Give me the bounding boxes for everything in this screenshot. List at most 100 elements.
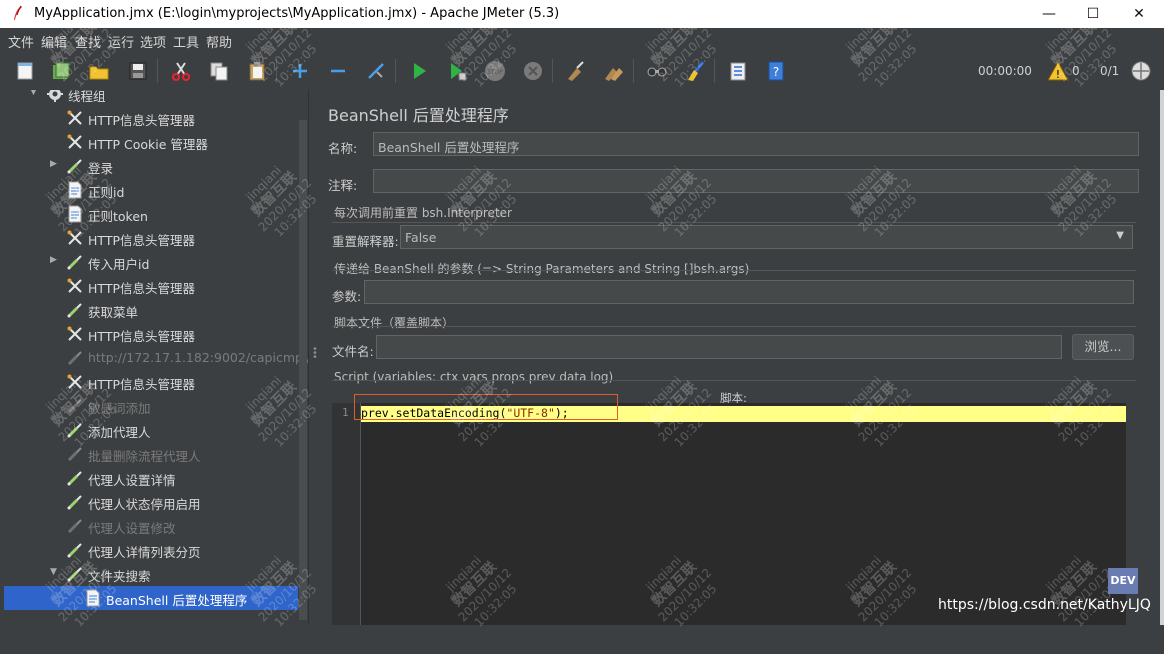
tree-item[interactable]: HTTP信息头管理器 [0,226,300,250]
csdn-url-watermark: https://blog.csdn.net/KathyLJQ [938,597,1151,613]
tree-item[interactable]: 代理人设置详情 [0,466,300,490]
menu-options[interactable]: 选项 [140,32,166,51]
paste-icon[interactable] [246,60,268,82]
tree-item[interactable]: HTTP信息头管理器 [0,106,300,130]
collapse-icon[interactable] [327,60,349,82]
tree-item[interactable]: HTTP Cookie 管理器 [0,130,300,154]
clear-icon[interactable] [565,60,587,82]
toggle-icon[interactable] [365,60,387,82]
remote-icon[interactable] [1130,60,1152,82]
clear-all-icon[interactable] [603,60,625,82]
tree-item[interactable]: HTTP信息头管理器 [0,370,300,394]
tree-item[interactable]: 敏感词添加 [0,394,300,418]
tools-icon [66,277,84,295]
tree-item[interactable]: ▼ 线程组 [0,90,300,106]
menu-run[interactable]: 运行 [108,32,134,51]
params-group-title: 传递给 BeanShell 的参数 (=> String Parameters … [334,262,750,276]
name-field[interactable]: BeanShell 后置处理程序 [373,132,1139,156]
dev-badge: DEV [1108,568,1138,594]
pipette-icon [66,493,84,511]
chevron-down-icon[interactable]: ▼ [50,567,57,577]
pipette-icon [66,445,84,463]
menu-bar: 文件 编辑 查找 运行 选项 工具 帮助 [0,28,1164,52]
tree-item[interactable]: 正则token [0,202,300,226]
warning-icon[interactable]: ! [1047,60,1069,82]
stop-icon[interactable]: STOP [484,60,506,82]
window-edge [1160,90,1164,625]
cut-icon[interactable] [170,60,192,82]
tree-item-label: 正则token [88,209,148,224]
help-icon[interactable]: ? [765,60,787,82]
filename-field[interactable] [376,335,1062,359]
tree-item[interactable]: 代理人设置修改 [0,514,300,538]
open-icon[interactable] [88,60,110,82]
toolbar-separator [714,59,715,83]
tree-item-label: HTTP信息头管理器 [88,329,195,344]
tree-item-label: 批量删除流程代理人 [88,449,201,464]
reset-label: 重置解释器: [332,234,399,249]
copy-icon[interactable] [208,60,230,82]
tree-item-label: BeanShell 后置处理程序 [106,593,248,608]
tree-item-label: HTTP信息头管理器 [88,377,195,392]
pipette-icon [66,565,84,583]
new-icon[interactable] [14,60,36,82]
tree-item[interactable]: http://172.17.1.182:9002/capicmpl/ser [0,346,308,370]
close-button[interactable]: ✕ [1116,0,1162,28]
chevron-down-icon[interactable]: ▼ [1116,230,1124,241]
minimize-button[interactable]: — [1026,0,1072,28]
window-title: MyApplication.jmx (E:\login\myprojects\M… [34,6,560,21]
tree-item[interactable]: 获取菜单 [0,298,300,322]
start-icon[interactable] [408,60,430,82]
comment-field[interactable] [373,169,1139,193]
menu-edit[interactable]: 编辑 [41,32,67,51]
save-icon[interactable] [127,60,149,82]
tools-icon [66,373,84,391]
menu-tools[interactable]: 工具 [173,32,199,51]
start-no-pauses-icon[interactable] [446,60,468,82]
params-field[interactable] [364,280,1134,304]
chevron-right-icon[interactable]: ▶ [50,255,57,265]
menu-search[interactable]: 查找 [75,32,101,51]
tree-scrollbar[interactable] [299,120,307,620]
line-number-gutter: 1 [332,403,361,625]
tree-item[interactable]: BeanShell 后置处理程序 [4,586,298,610]
script-editor[interactable]: 1 prev.setDataEncoding("UTF-8"); [332,394,1126,625]
tree-item[interactable]: 批量删除流程代理人 [0,442,300,466]
pipette-icon [66,301,84,319]
tree-item[interactable]: HTTP信息头管理器 [0,274,300,298]
pipette-icon [66,421,84,439]
shutdown-icon[interactable] [522,60,544,82]
comment-label: 注释: [328,178,358,193]
filename-label: 文件名: [332,344,374,359]
tree-item[interactable]: 添加代理人 [0,418,300,442]
tree-item[interactable]: 代理人详情列表分页 [0,538,300,562]
reset-interpreter-select[interactable]: False ▼ [400,225,1133,249]
params-label: 参数: [332,289,362,304]
function-helper-icon[interactable] [727,60,749,82]
tree-item[interactable]: ▼ 文件夹搜索 [0,562,300,586]
expand-icon[interactable] [289,60,311,82]
reset-search-icon[interactable] [684,60,706,82]
tools-icon [66,109,84,127]
name-label: 名称: [328,141,358,156]
chevron-down-icon[interactable]: ▼ [30,90,37,97]
menu-file[interactable]: 文件 [8,32,34,51]
tree-item[interactable]: HTTP信息头管理器 [0,322,300,346]
tree-item[interactable]: 代理人状态停用启用 [0,490,300,514]
templates-icon[interactable] [50,60,72,82]
chevron-right-icon[interactable]: ▶ [50,159,57,169]
tree-item-label: 获取菜单 [88,305,139,320]
group-divider [332,326,1136,327]
menu-help[interactable]: 帮助 [206,32,232,51]
browse-button[interactable]: 浏览... [1072,334,1134,360]
tree-item-label: HTTP信息头管理器 [88,113,195,128]
tree-item[interactable]: 正则id [0,178,300,202]
tree-item-label: 代理人设置详情 [88,473,176,488]
search-icon[interactable] [646,60,668,82]
reset-select-value: False [405,230,437,245]
pipette-icon [66,157,84,175]
tree-item[interactable]: ▶ 登录 [0,154,300,178]
window-title-bar: MyApplication.jmx (E:\login\myprojects\M… [0,0,1164,29]
maximize-button[interactable]: ☐ [1070,0,1116,28]
tree-item[interactable]: ▶ 传入用户id [0,250,300,274]
